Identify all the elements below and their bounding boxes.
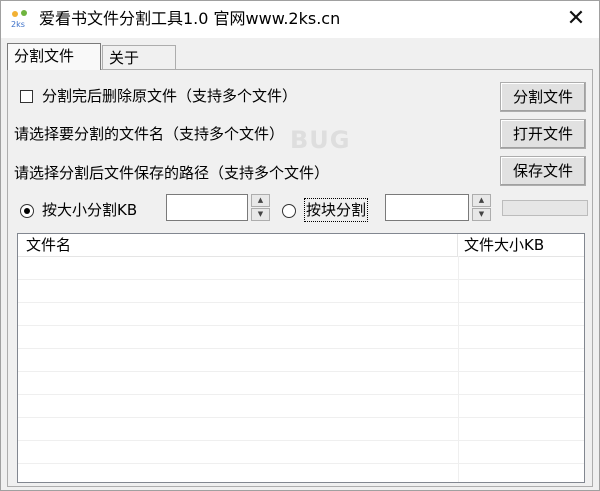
tab-split-file[interactable]: 分割文件 xyxy=(7,43,101,70)
size-down-icon[interactable]: ▼ xyxy=(251,208,270,221)
row-divider xyxy=(18,348,584,349)
tab-about[interactable]: 关于 xyxy=(102,45,176,69)
block-count-input[interactable] xyxy=(385,194,469,221)
select-path-label: 请选择分割后文件保存的路径（支持多个文件） xyxy=(14,164,330,182)
block-up-icon[interactable]: ▲ xyxy=(472,194,491,207)
block-count-stepper: ▲ ▼ xyxy=(472,194,491,221)
select-file-label: 请选择要分割的文件名（支持多个文件） xyxy=(14,125,285,143)
progress-bar xyxy=(502,200,588,216)
row-divider xyxy=(18,417,584,418)
column-header-file-name[interactable]: 文件名 xyxy=(18,234,458,256)
size-up-icon[interactable]: ▲ xyxy=(251,194,270,207)
save-file-button[interactable]: 保存文件 xyxy=(500,156,586,186)
split-by-size-radio[interactable] xyxy=(20,204,34,218)
app-logo-text: 2ks xyxy=(11,20,25,29)
size-kb-input[interactable] xyxy=(166,194,248,221)
app-window: 2ks 爱看书文件分割工具1.0 官网www.2ks.cn ✕ 分割文件 关于 … xyxy=(0,0,600,491)
row-divider xyxy=(18,440,584,441)
size-kb-stepper: ▲ ▼ xyxy=(251,194,270,221)
row-divider xyxy=(18,371,584,372)
file-list[interactable]: 文件名 文件大小KB xyxy=(17,233,585,483)
column-header-file-size[interactable]: 文件大小KB xyxy=(458,234,584,256)
block-down-icon[interactable]: ▼ xyxy=(472,208,491,221)
open-file-button[interactable]: 打开文件 xyxy=(500,119,586,149)
column-divider xyxy=(458,256,459,482)
row-divider xyxy=(18,463,584,464)
window-title: 爱看书文件分割工具1.0 官网www.2ks.cn xyxy=(39,9,341,28)
row-divider xyxy=(18,302,584,303)
watermark: BUG xyxy=(290,126,351,154)
file-list-header: 文件名 文件大小KB xyxy=(18,234,584,257)
row-divider xyxy=(18,279,584,280)
close-icon[interactable]: ✕ xyxy=(561,5,591,33)
app-logo-icon: 2ks xyxy=(10,9,30,29)
row-divider xyxy=(18,325,584,326)
row-divider xyxy=(18,394,584,395)
split-file-button[interactable]: 分割文件 xyxy=(500,82,586,112)
split-file-panel: BUG 分割完后删除原文件（支持多个文件） 请选择要分割的文件名（支持多个文件）… xyxy=(7,69,593,487)
split-by-block-radio[interactable] xyxy=(282,204,296,218)
delete-original-checkbox[interactable] xyxy=(20,90,33,103)
title-bar: 2ks 爱看书文件分割工具1.0 官网www.2ks.cn ✕ xyxy=(1,1,599,38)
split-by-block-label: 按块分割 xyxy=(303,198,369,222)
delete-original-label: 分割完后删除原文件（支持多个文件） xyxy=(42,87,298,105)
split-by-size-label: 按大小分割KB xyxy=(42,201,138,219)
